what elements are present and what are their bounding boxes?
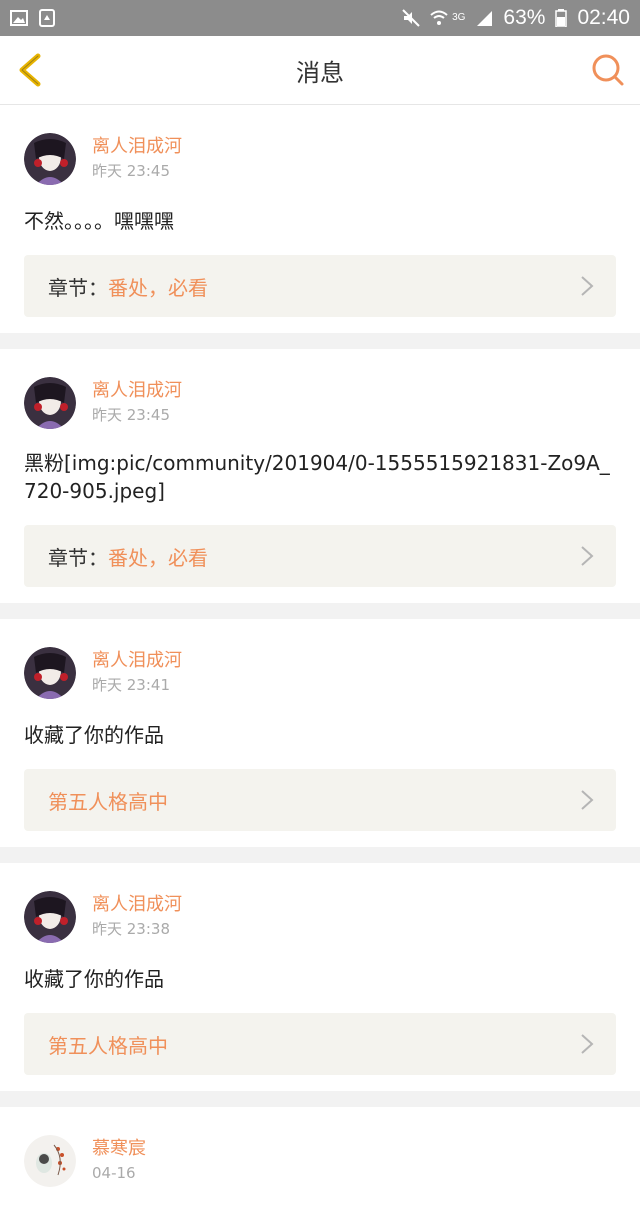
- ref-title: 第五人格高中: [48, 789, 168, 814]
- message-card: 离人泪成河 昨天 23:38 收藏了你的作品 第五人格高中: [0, 863, 640, 1091]
- page-title: 消息: [296, 58, 344, 87]
- message-text: 不然。。。。嘿嘿嘿: [24, 209, 174, 233]
- message-text: 收藏了你的作品: [24, 723, 164, 747]
- ref-title: 番处，必看: [108, 275, 208, 300]
- back-arrow-icon[interactable]: [12, 50, 52, 90]
- message-card: 离人泪成河 昨天 23:45 黑粉[img:pic/community/2019…: [0, 349, 640, 603]
- message-text: 收藏了你的作品: [24, 967, 164, 991]
- chapter-link[interactable]: 章节：番处，必看: [24, 525, 616, 587]
- avatar[interactable]: [24, 647, 76, 699]
- network-type: 3G: [452, 12, 466, 23]
- search-icon[interactable]: [590, 52, 626, 88]
- username[interactable]: 离人泪成河: [92, 379, 182, 403]
- chevron-right-icon: [581, 790, 594, 810]
- chapter-link[interactable]: 章节：番处，必看: [24, 255, 616, 317]
- signal-icon: [477, 11, 493, 26]
- clock: 02:40: [577, 6, 630, 29]
- battery-icon: [555, 9, 568, 27]
- ref-title: 番处，必看: [108, 545, 208, 570]
- avatar[interactable]: [24, 377, 76, 429]
- mute-icon: [402, 9, 420, 27]
- timestamp: 昨天 23:38: [92, 920, 170, 938]
- work-link[interactable]: 第五人格高中: [24, 769, 616, 831]
- message-card: 慕寒宸 04-16: [0, 1107, 640, 1217]
- message-list: 离人泪成河 昨天 23:45 不然。。。。嘿嘿嘿 章节：番处，必看 离人泪成河 …: [0, 105, 640, 1217]
- message-text: 黑粉[img:pic/community/201904/0-1555515921…: [24, 451, 610, 503]
- username[interactable]: 离人泪成河: [92, 649, 182, 673]
- chevron-right-icon: [581, 546, 594, 566]
- ref-prefix: 章节：: [48, 275, 108, 300]
- status-bar: 3G 63% 02:40: [0, 0, 640, 36]
- work-link[interactable]: 第五人格高中: [24, 1013, 616, 1075]
- timestamp: 昨天 23:45: [92, 406, 170, 424]
- avatar[interactable]: [24, 891, 76, 943]
- chevron-right-icon: [581, 276, 594, 296]
- timestamp: 昨天 23:41: [92, 676, 170, 694]
- ref-title: 第五人格高中: [48, 1033, 168, 1058]
- ref-prefix: 章节：: [48, 545, 108, 570]
- username[interactable]: 离人泪成河: [92, 893, 182, 917]
- avatar[interactable]: [24, 133, 76, 185]
- recycle-notification-icon: [39, 9, 55, 27]
- username[interactable]: 慕寒宸: [92, 1137, 146, 1161]
- username[interactable]: 离人泪成河: [92, 135, 182, 159]
- message-card: 离人泪成河 昨天 23:41 收藏了你的作品 第五人格高中: [0, 619, 640, 847]
- avatar[interactable]: [24, 1135, 76, 1187]
- battery-percent: 63%: [503, 6, 546, 29]
- top-navigation-bar: 消息: [0, 36, 640, 105]
- timestamp: 04-16: [92, 1164, 136, 1182]
- timestamp: 昨天 23:45: [92, 162, 170, 180]
- gallery-notification-icon: [10, 10, 28, 26]
- message-card: 离人泪成河 昨天 23:45 不然。。。。嘿嘿嘿 章节：番处，必看: [0, 105, 640, 333]
- chevron-right-icon: [581, 1034, 594, 1054]
- wifi-icon: [430, 10, 448, 25]
